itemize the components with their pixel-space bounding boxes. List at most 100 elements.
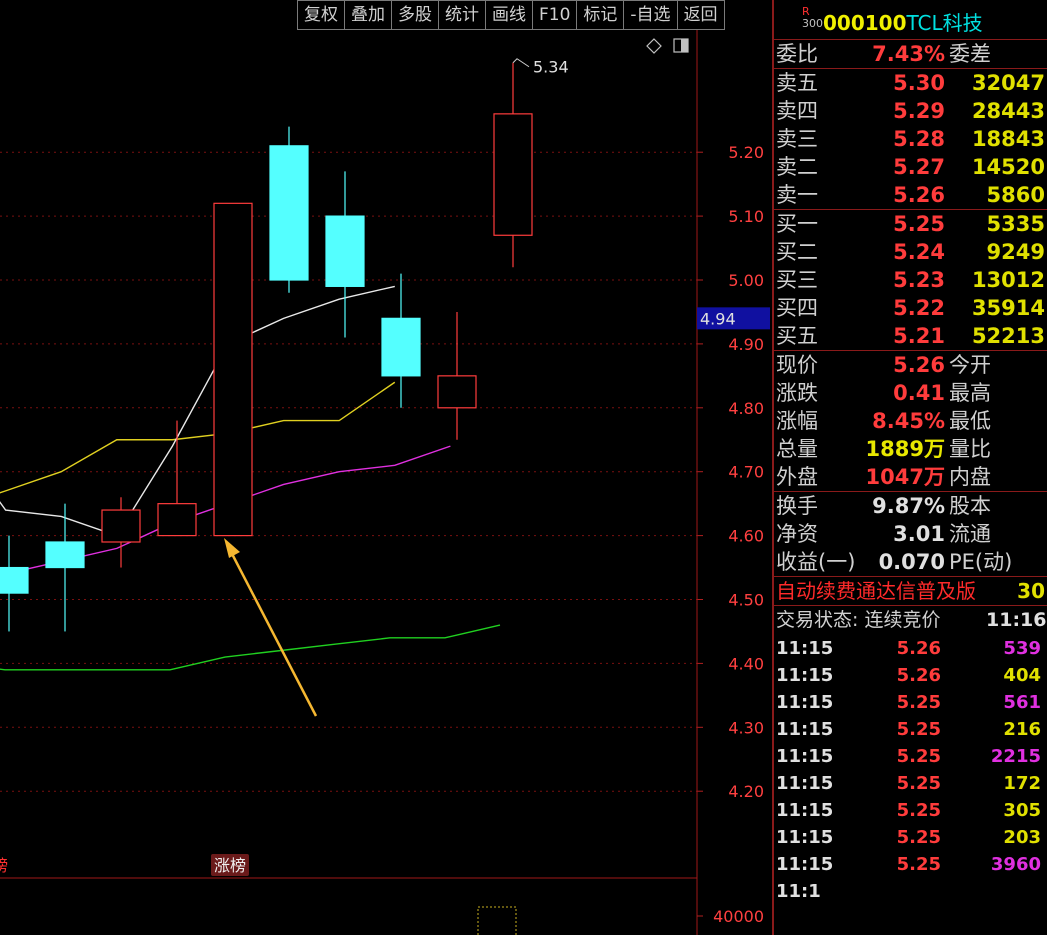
down-candle[interactable] xyxy=(269,145,309,281)
order-volume: 14520 xyxy=(971,155,1045,179)
stat-label-2: 内盘 xyxy=(949,465,991,489)
tick-price: 5.25 xyxy=(896,800,941,821)
order-label: 卖五 xyxy=(776,71,818,95)
order-volume: 5860 xyxy=(986,183,1045,207)
ma60-line xyxy=(0,624,501,671)
order-volume: 18843 xyxy=(971,127,1045,151)
weibi-label: 委比 xyxy=(776,42,818,66)
chart-overlay: 5.34 涨榜 榜 xyxy=(0,38,689,935)
up-candle[interactable] xyxy=(493,113,533,236)
order-volume: 28443 xyxy=(971,99,1045,123)
toolbar-fuquan-button[interactable]: 复权 xyxy=(297,0,344,30)
renewal-banner[interactable]: 自动续费通达信普及版 30 xyxy=(774,577,1047,606)
order-price: 5.30 xyxy=(893,71,945,95)
order-price: 5.29 xyxy=(893,99,945,123)
stat-label: 换手 xyxy=(776,494,818,518)
toolbar-diejia-button[interactable]: 叠加 xyxy=(344,0,391,30)
diamond-icon[interactable] xyxy=(646,38,662,54)
ma5-line xyxy=(0,285,395,537)
stock-title[interactable]: 000100TCL科技 xyxy=(823,7,983,36)
stat-row: 总量 1889万 量比 xyxy=(774,435,1047,463)
volume-bar[interactable] xyxy=(477,906,517,935)
order-volume: 32047 xyxy=(971,71,1045,95)
weibi-value: 7.43% xyxy=(872,42,945,66)
order-price: 5.26 xyxy=(893,183,945,207)
stock-code: 000100 xyxy=(823,11,907,35)
buy-order-row: 买二 5.24 9249 xyxy=(774,238,1047,266)
stat-label: 外盘 xyxy=(776,465,818,489)
zhangbang-tag[interactable]: 涨榜 xyxy=(214,856,246,875)
tick-volume: 305 xyxy=(1003,800,1041,821)
quote-stats: 现价 5.26 今开 涨跌 0.41 最高 涨幅 8.45% 最低 总量 1889万 量比 外盘 1047… xyxy=(774,351,1047,492)
toolbar-biaoji-button[interactable]: 标记 xyxy=(576,0,624,30)
tick-row: 11:1 xyxy=(774,878,1047,905)
price-axis-label: 4.20 xyxy=(728,782,764,801)
down-candle[interactable] xyxy=(325,215,365,287)
toolbar-fanhui-button[interactable]: 返回 xyxy=(676,0,725,30)
fundamental-stats: 换手 9.87% 股本 净资 3.01 流通 收益(一) 0.070 PE(动) xyxy=(774,492,1047,577)
order-price: 5.21 xyxy=(893,324,945,348)
toolbar-f10-button[interactable]: F10 xyxy=(532,0,577,30)
toolbar-huaxian-button[interactable]: 画线 xyxy=(485,0,532,30)
price-axis-label: 4.40 xyxy=(728,654,764,673)
tick-price: 5.26 xyxy=(896,665,941,686)
sell-order-row: 卖五 5.30 32047 xyxy=(774,69,1047,97)
tick-list[interactable]: 11:15 5.26 539 11:15 5.26 404 11:15 5.25 561 11:1… xyxy=(774,635,1047,905)
stat-label: 总量 xyxy=(776,437,818,461)
sell-order-row: 卖二 5.27 14520 xyxy=(774,153,1047,181)
tick-price: 5.25 xyxy=(896,692,941,713)
tick-price: 5.25 xyxy=(896,827,941,848)
tick-volume: 216 xyxy=(1003,719,1041,740)
chart-toolbar: 复权 叠加 多股 统计 画线 F10 标记 -自选 返回 xyxy=(297,0,725,30)
order-label: 买二 xyxy=(776,240,818,264)
trade-status-label: 交易状态: xyxy=(776,609,859,631)
up-candle[interactable] xyxy=(101,509,141,543)
order-label: 买五 xyxy=(776,324,818,348)
up-candle[interactable] xyxy=(437,375,477,409)
tick-time: 11:15 xyxy=(776,719,834,740)
stat-label: 现价 xyxy=(776,353,818,377)
order-label: 卖三 xyxy=(776,127,818,151)
stat-value: 0.41 xyxy=(893,381,945,405)
banner-text: 自动续费通达信普及版 xyxy=(776,579,976,603)
tick-price: 5.26 xyxy=(896,638,941,659)
tick-time: 11:15 xyxy=(776,638,834,659)
price-axis: 5.20 5.10 5.00 4.90 4.80 4.70 4.60 4.50 4.40 4.30… xyxy=(0,30,770,935)
price-axis-label: 4.60 xyxy=(728,527,764,546)
stat-value: 8.45% xyxy=(872,409,945,433)
toolbar-tongji-button[interactable]: 统计 xyxy=(438,0,485,30)
stat-label: 涨幅 xyxy=(776,409,818,433)
buy-order-row: 买五 5.21 52213 xyxy=(774,322,1047,350)
up-candle[interactable] xyxy=(213,202,253,537)
tick-volume: 203 xyxy=(1003,827,1041,848)
candlesticks[interactable] xyxy=(0,62,533,632)
quote-panel: R 300 000100TCL科技 委比 7.43% 委差 卖五 5.30 3204… xyxy=(772,0,1047,935)
order-volume: 52213 xyxy=(971,324,1045,348)
tick-row: 11:15 5.25 172 xyxy=(774,770,1047,797)
order-label: 买一 xyxy=(776,212,818,236)
tick-price: 5.25 xyxy=(896,746,941,767)
trade-status: 交易状态: 连续竞价 xyxy=(776,606,940,635)
up-candle[interactable] xyxy=(157,503,197,537)
stat-label: 涨跌 xyxy=(776,381,818,405)
order-volume: 9249 xyxy=(986,240,1045,264)
tick-volume: 539 xyxy=(1003,638,1041,659)
high-annotation: 5.34 xyxy=(533,58,569,77)
stat-label-2: 股本 xyxy=(949,494,991,518)
fundamental-row: 收益(一) 0.070 PE(动) xyxy=(774,548,1047,576)
down-candle[interactable] xyxy=(0,566,29,594)
stat-label: 净资 xyxy=(776,522,818,546)
stat-row: 现价 5.26 今开 xyxy=(774,351,1047,379)
order-price: 5.27 xyxy=(893,155,945,179)
price-axis-label: 4.80 xyxy=(728,399,764,418)
toolbar-zixuan-button[interactable]: -自选 xyxy=(623,0,677,30)
down-candle[interactable] xyxy=(45,541,85,569)
price-axis-label: 5.10 xyxy=(728,207,764,226)
kline-chart[interactable]: 5.20 5.10 5.00 4.90 4.80 4.70 4.60 4.50 4.40 4.30… xyxy=(0,0,772,935)
stat-value: 1889万 xyxy=(865,437,945,461)
tick-row: 11:15 5.25 2215 xyxy=(774,743,1047,770)
order-label: 卖四 xyxy=(776,99,818,123)
toolbar-duogu-button[interactable]: 多股 xyxy=(391,0,438,30)
order-label: 卖一 xyxy=(776,183,818,207)
down-candle[interactable] xyxy=(381,317,421,377)
